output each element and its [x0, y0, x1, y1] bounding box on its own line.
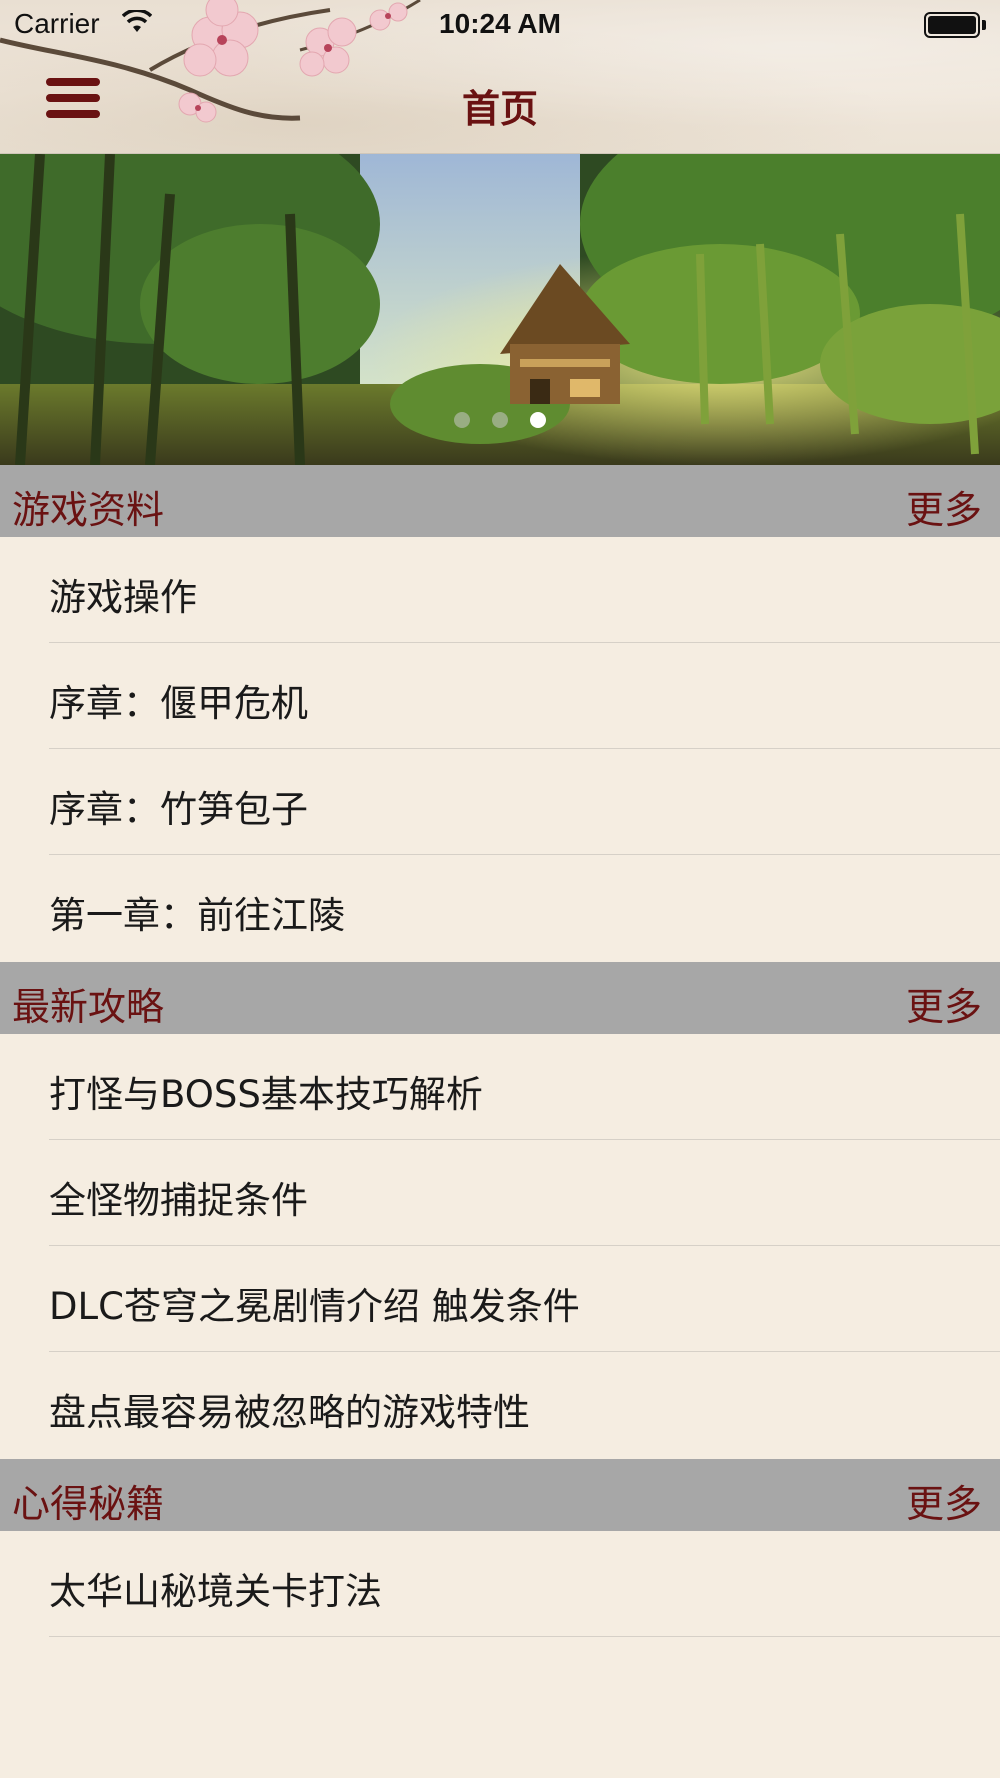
more-button[interactable]: 更多 [906, 1473, 982, 1528]
list-item[interactable]: 游戏操作 [0, 537, 1000, 643]
list-item-label: 序章：竹笋包子 [49, 788, 308, 831]
list-item-label: 序章：偃甲危机 [49, 682, 308, 725]
list-item-label: 太华山秘境关卡打法 [49, 1570, 382, 1613]
nav-bar: Carrier 10:24 AM 首页 [0, 0, 1000, 154]
status-time: 10:24 AM [439, 8, 561, 39]
list-item-label: 第一章：前往江陵 [49, 894, 345, 937]
list-item-label: 盘点最容易被忽略的游戏特性 [49, 1391, 530, 1434]
section-header-game-info: 游戏资料 更多 [0, 465, 1000, 537]
divider [49, 1636, 1000, 1637]
carousel-dot-1[interactable] [454, 412, 470, 428]
more-button[interactable]: 更多 [906, 479, 982, 534]
more-button[interactable]: 更多 [906, 976, 982, 1031]
list-item[interactable]: 全怪物捕捉条件 [0, 1140, 1000, 1246]
list-item[interactable]: 第一章：前往江陵 [0, 855, 1000, 961]
page-title: 首页 [461, 87, 538, 131]
status-bar: Carrier 10:24 AM [0, 0, 1000, 48]
list-item[interactable]: 打怪与BOSS基本技巧解析 [0, 1034, 1000, 1140]
list-item[interactable]: DLC苍穹之冕剧情介绍 触发条件 [0, 1246, 1000, 1352]
list-item-label: 全怪物捕捉条件 [49, 1179, 308, 1222]
section-title: 心得秘籍 [12, 1482, 165, 1526]
section-title: 游戏资料 [12, 488, 165, 532]
list-item-label: 游戏操作 [49, 576, 197, 619]
battery-icon [924, 12, 986, 38]
carousel-dot-2[interactable] [492, 412, 508, 428]
carousel-page-indicator [0, 412, 1000, 432]
list-item[interactable]: 序章：偃甲危机 [0, 643, 1000, 749]
section-title: 最新攻略 [12, 985, 165, 1029]
list-item[interactable]: 盘点最容易被忽略的游戏特性 [0, 1352, 1000, 1458]
list-item-label: 打怪与BOSS基本技巧解析 [49, 1073, 483, 1116]
list-item-label: DLC苍穹之冕剧情介绍 触发条件 [49, 1285, 580, 1328]
carousel-dot-3[interactable] [530, 412, 546, 428]
banner-carousel[interactable] [0, 154, 1000, 465]
list-item[interactable]: 序章：竹笋包子 [0, 749, 1000, 855]
section-header-latest-guides: 最新攻略 更多 [0, 962, 1000, 1034]
list-item[interactable]: 太华山秘境关卡打法 [0, 1531, 1000, 1637]
section-header-tips: 心得秘籍 更多 [0, 1459, 1000, 1531]
